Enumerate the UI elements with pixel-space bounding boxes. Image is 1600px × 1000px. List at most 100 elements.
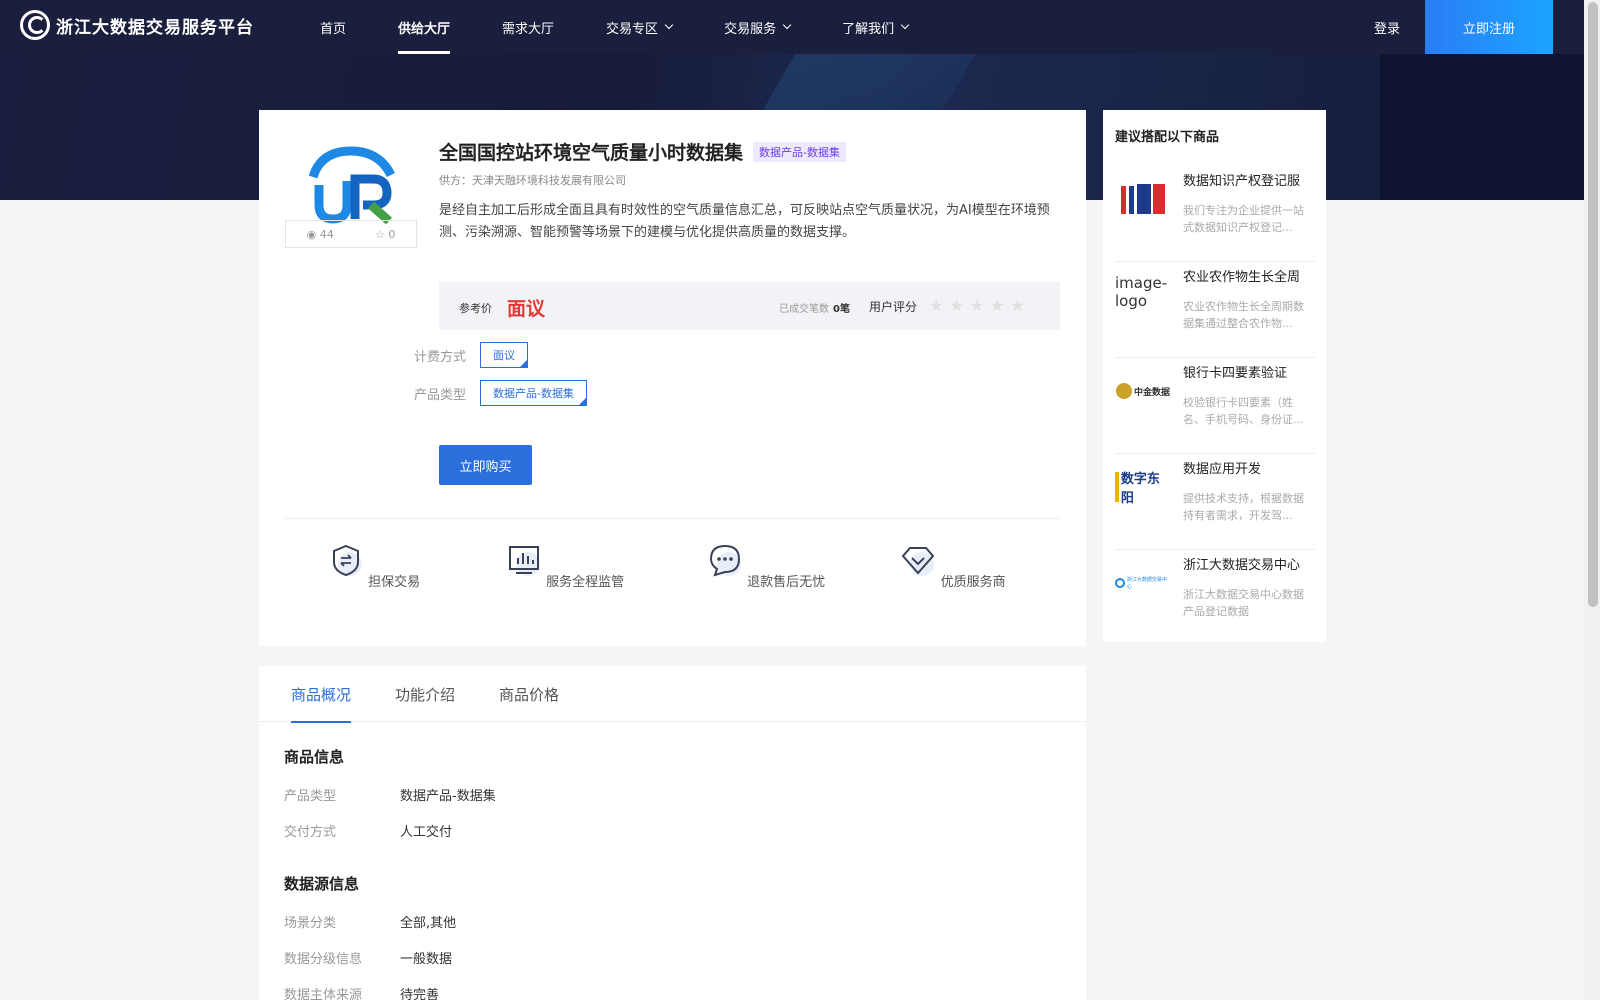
recommendation-desc: 提供技术支持，根据数据持有者需求，开发驾... xyxy=(1183,492,1304,522)
shield-exchange-icon xyxy=(332,544,362,577)
logo-text: 浙江大数据交易服务平台 xyxy=(56,17,254,38)
info-value: 待完善 xyxy=(400,988,440,1000)
supplier-name[interactable]: 供方：天津天融环境科技发展有限公司 xyxy=(439,172,626,188)
feature-label: 担保交易 xyxy=(368,575,421,590)
billing-label: 计费方式 xyxy=(414,349,467,365)
feature-label: 优质服务商 xyxy=(940,575,1006,590)
rating-stars: ★★★★★ xyxy=(929,296,1031,315)
monitor-chart-icon xyxy=(508,546,540,576)
tab-features[interactable]: 功能介绍 xyxy=(395,684,455,721)
info-value: 一般数据 xyxy=(400,952,453,967)
info-label: 产品类型 xyxy=(284,789,337,804)
product-card: ◉ 44 ☆ 0 全国国控站环境空气质量小时数据集 数据产品-数据集 供方：天津… xyxy=(259,110,1086,646)
zjdex-logo-icon xyxy=(1115,578,1125,588)
scrollbar-thumb[interactable] xyxy=(1588,2,1598,607)
logo-text: 中金数据 xyxy=(1133,387,1170,398)
logo-text: 浙江大数据交易中心 xyxy=(1126,577,1167,590)
info-label: 数据分级信息 xyxy=(284,952,363,967)
chat-bubble-icon xyxy=(709,544,741,577)
favorite-count[interactable]: ☆ 0 xyxy=(375,228,395,241)
recommendation-item[interactable]: 数字东阳 数据应用开发 提供技术支持，根据数据持有者需求，开发驾... xyxy=(1115,454,1315,550)
tr-logo-icon xyxy=(308,146,396,225)
nav-item-demand-hall[interactable]: 需求大厅 xyxy=(502,0,554,54)
info-value: 人工交付 xyxy=(400,825,453,840)
price-value: 面议 xyxy=(507,298,546,320)
image-alt-text: image-logo xyxy=(1115,274,1168,310)
nav-item-home[interactable]: 首页 xyxy=(320,0,346,54)
register-button[interactable]: 立即注册 xyxy=(1425,0,1553,54)
recommendation-desc: 我们专注为企业提供一站式数据知识产权登记... xyxy=(1183,204,1304,234)
info-label: 场景分类 xyxy=(284,916,337,931)
recommendation-desc: 农业农作物生长全周期数据集通过整合农作物... xyxy=(1183,300,1304,330)
section-title-data-source: 数据源信息 xyxy=(284,875,360,893)
category-tag: 数据产品-数据集 xyxy=(753,141,846,162)
feature-quality-provider: 优质服务商 xyxy=(893,542,1013,590)
recommendation-item[interactable]: 浙江大数据交易中心 浙江大数据交易中心 浙江大数据交易中心数据产品登记数据 xyxy=(1115,550,1315,646)
product-title-row: 全国国控站环境空气质量小时数据集 数据产品-数据集 xyxy=(439,138,846,165)
recommendation-image: 浙江大数据交易中心 xyxy=(1115,562,1171,604)
recommendation-item[interactable]: 数据知识产权登记服 我们专注为企业提供一站式数据知识产权登记... xyxy=(1115,166,1315,262)
views-value: 44 xyxy=(319,227,334,241)
nav-label: 交易服务 xyxy=(724,21,777,37)
type-option[interactable]: 数据产品-数据集 xyxy=(480,380,587,406)
star-icon: ★ xyxy=(949,296,970,315)
type-row: 产品类型 数据产品-数据集 xyxy=(414,380,587,406)
recommendation-desc: 校验银行卡四要素（姓名、手机号码、身份证... xyxy=(1183,396,1304,426)
broken-image-placeholder: image-logo xyxy=(1115,274,1171,316)
product-stats: ◉ 44 ☆ 0 xyxy=(285,220,417,248)
tab-overview[interactable]: 商品概况 xyxy=(291,684,352,723)
star-icon: ★ xyxy=(990,296,1011,315)
product-title: 全国国控站环境空气质量小时数据集 xyxy=(439,142,744,164)
nav-item-trade-service[interactable]: 交易服务 xyxy=(724,0,792,54)
chevron-down-icon xyxy=(900,20,910,30)
type-label: 产品类型 xyxy=(414,387,467,403)
recommendation-item[interactable]: image-logo 农业农作物生长全周 农业农作物生长全周期数据集通过整合农作… xyxy=(1115,262,1315,358)
divider xyxy=(285,518,1060,519)
feature-label: 服务全程监管 xyxy=(546,575,625,590)
iir-logo-icon xyxy=(1121,184,1165,214)
feature-refund-worry-free: 退款售后无忧 xyxy=(706,542,826,590)
nav-item-supply-hall[interactable]: 供给大厅 xyxy=(398,0,451,54)
recommendation-item[interactable]: 中金数据 银行卡四要素验证 校验银行卡四要素（姓名、手机号码、身份证... xyxy=(1115,358,1315,454)
feature-full-supervision: 服务全程监管 xyxy=(505,542,625,590)
info-value: 全部,其他 xyxy=(400,916,457,931)
chevron-down-icon xyxy=(782,20,792,30)
site-logo[interactable]: 浙江大数据交易服务平台 xyxy=(20,10,254,40)
recommendation-image: 数字东阳 xyxy=(1115,466,1171,508)
favorites-value: 0 xyxy=(388,227,396,241)
price-label: 参考价 xyxy=(459,302,492,315)
tab-pricing[interactable]: 商品价格 xyxy=(499,684,559,721)
nav-item-trade-zone[interactable]: 交易专区 xyxy=(606,0,674,54)
recommendation-image: 中金数据 xyxy=(1115,370,1171,412)
nav-label: 首页 xyxy=(320,21,347,37)
detail-tabs: 商品概况 功能介绍 商品价格 xyxy=(259,666,1086,723)
product-description: 是经自主加工后形成全面且具有时效性的空气质量信息汇总，可反映站点空气质量状况，为… xyxy=(439,203,1050,240)
hero-decoration-dark xyxy=(1380,54,1584,200)
login-link[interactable]: 登录 xyxy=(1374,0,1400,54)
info-value: 数据产品-数据集 xyxy=(400,789,496,804)
star-icon: ★ xyxy=(1010,296,1031,315)
logo-icon xyxy=(20,10,50,40)
eye-icon: ◉ xyxy=(306,227,317,241)
view-count: ◉ 44 xyxy=(307,228,334,241)
recommendation-desc: 浙江大数据交易中心数据产品登记数据 xyxy=(1183,588,1304,618)
feature-guaranteed-trade: 担保交易 xyxy=(314,542,434,590)
rating-label: 用户评分 xyxy=(869,300,918,314)
feature-label: 退款售后无忧 xyxy=(747,575,826,590)
chevron-down-icon xyxy=(664,20,674,30)
billing-option[interactable]: 面议 xyxy=(480,342,529,368)
deals-value: 0笔 xyxy=(833,304,850,315)
dongyang-logo-icon xyxy=(1115,472,1119,502)
recommendation-panel: 建议搭配以下商品 数据知识产权登记服 我们专注为企业提供一站式数据知识产权登记.… xyxy=(1103,110,1326,642)
nav-label: 供给大厅 xyxy=(398,21,451,37)
info-label: 数据主体来源 xyxy=(284,988,363,1000)
star-icon: ★ xyxy=(929,296,950,315)
details-card: 商品概况 功能介绍 商品价格 商品信息 产品类型 数据产品-数据集 交付方式 人… xyxy=(259,666,1086,1000)
buy-now-button[interactable]: 立即购买 xyxy=(439,445,532,485)
page-scrollbar[interactable] xyxy=(1584,0,1600,1000)
deals-label: 已成交笔数 xyxy=(779,304,829,315)
diamond-icon xyxy=(902,547,935,576)
price-panel: 参考价 面议 已成交笔数 0笔 用户评分 ★★★★★ xyxy=(439,282,1060,330)
recommendation-title: 建议搭配以下商品 xyxy=(1115,130,1220,145)
nav-item-about-us[interactable]: 了解我们 xyxy=(842,0,910,54)
